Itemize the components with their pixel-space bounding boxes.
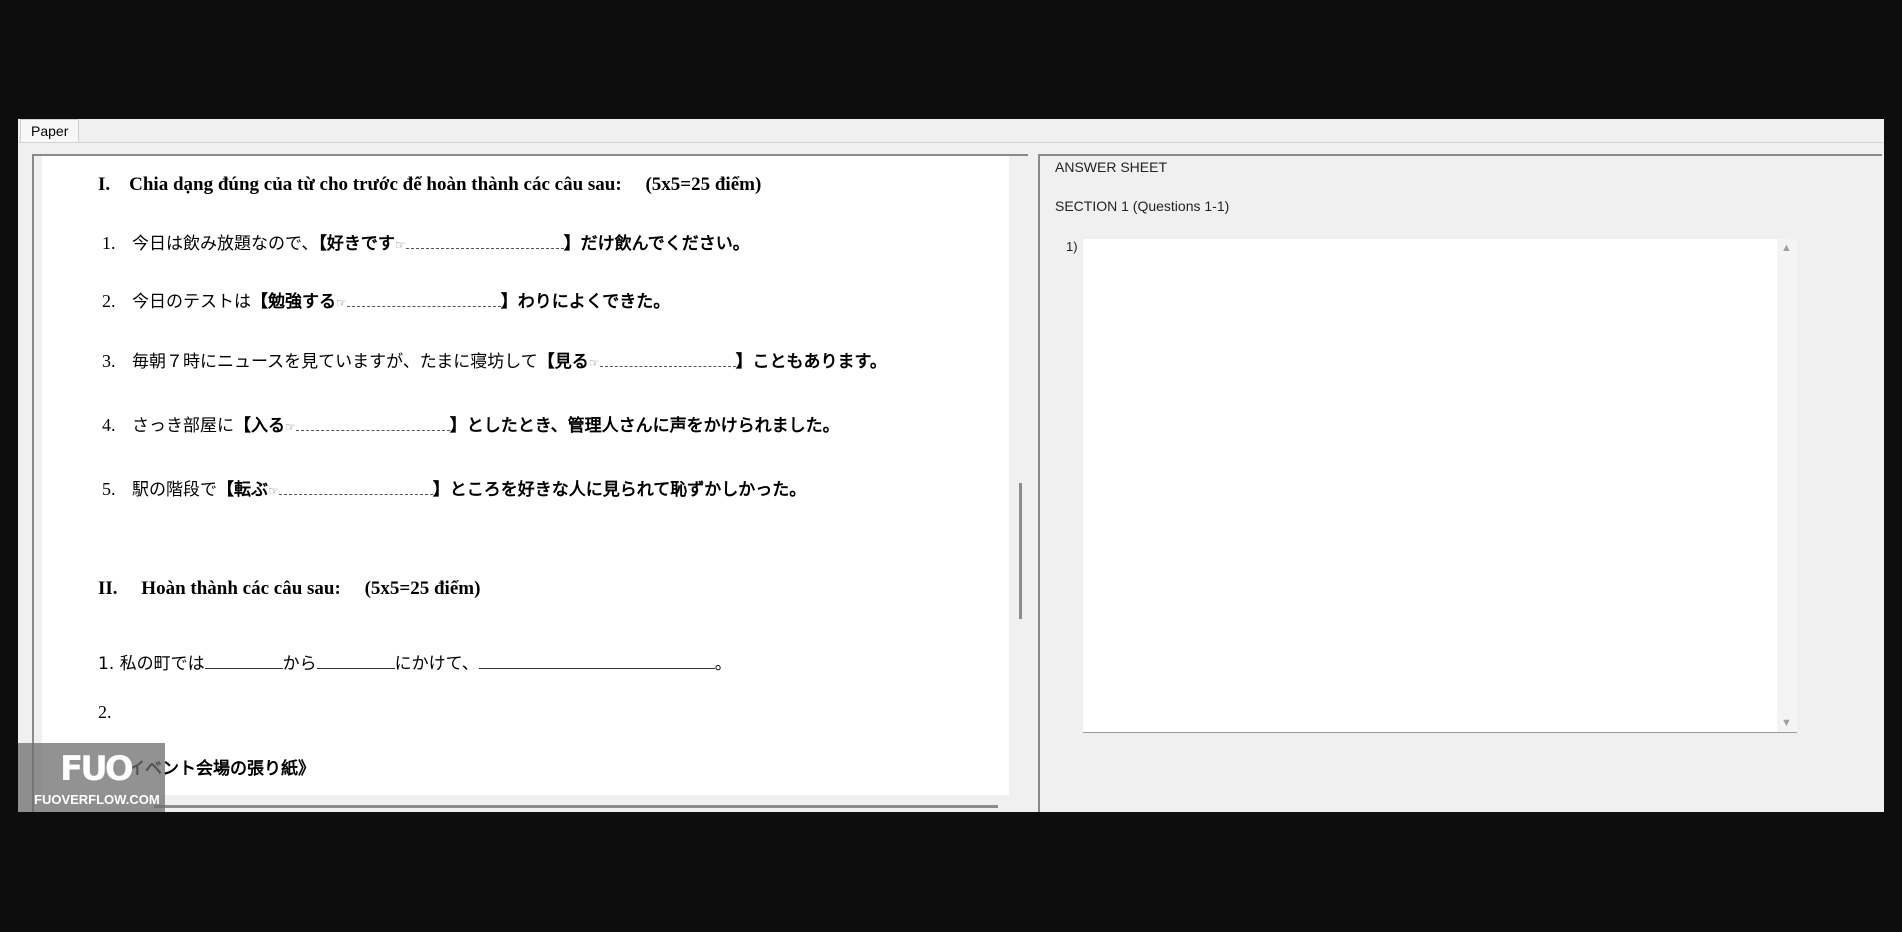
question-text: 1. 私の町では xyxy=(98,654,205,674)
exam-window: Paper I. Chia dạng đúng của từ cho trước… xyxy=(18,119,1884,812)
section1-heading: I. Chia dạng đúng của từ cho trước để ho… xyxy=(98,174,762,195)
answer-blank xyxy=(295,416,450,431)
question-text: 今日のテストは xyxy=(132,292,251,312)
answer-scrollbar[interactable]: ▲ ▼ xyxy=(1777,239,1797,732)
paper-horizontal-scrollbar[interactable] xyxy=(154,805,998,808)
watermark-text: FUOVERFLOW.COM xyxy=(34,792,160,807)
question-text-end: 】ところを好きな人に見られて恥ずかしかった。 xyxy=(432,480,807,500)
exam-paper: I. Chia dạng đúng của từ cho trước để ho… xyxy=(42,156,1009,795)
question-text: さっき部屋に xyxy=(132,416,234,436)
watermark-logo: FUO xyxy=(60,749,134,789)
question-text: 毎朝７時にニュースを見ていますが、たまに寝坊して xyxy=(132,352,538,372)
answer-blank xyxy=(204,654,283,669)
tab-strip-divider xyxy=(18,142,1884,143)
question-text: 今日は飲み放題なので、 xyxy=(132,234,319,254)
pointing-hand-icon: ☞ xyxy=(394,238,406,252)
question-text-end: 】だけ飲んでください。 xyxy=(563,234,750,254)
answer-blank xyxy=(405,234,564,249)
s2-question-2: 2. xyxy=(98,702,112,722)
question-4: 4. さっき部屋に【入る☞ 】としたとき、管理人さんに声をかけられました。 xyxy=(102,411,840,436)
answer-sheet-title: ANSWER SHEET xyxy=(1055,159,1168,175)
pointing-hand-icon: ☞ xyxy=(268,484,279,498)
paper-vertical-scrollbar[interactable] xyxy=(1019,483,1022,619)
question-label: 1) xyxy=(1066,239,1078,254)
pointing-hand-icon: ☞ xyxy=(285,420,296,434)
pointing-hand-icon: ☞ xyxy=(336,296,347,310)
question-number: 5. xyxy=(102,479,116,499)
answer-blank xyxy=(316,654,395,669)
answer-box: ▲ ▼ xyxy=(1083,239,1797,735)
question-text: 駅の階段で xyxy=(132,480,217,500)
question-5: 5. 駅の階段で【転ぶ☞ 】ところを好きな人に見られて恥ずかしかった。 xyxy=(102,475,806,500)
tab-paper[interactable]: Paper xyxy=(20,119,80,142)
question-text: にかけて、 xyxy=(394,654,479,674)
answer-input[interactable] xyxy=(1083,239,1781,735)
question-number: 4. xyxy=(102,415,116,435)
question-text-end: 】としたとき、管理人さんに声をかけられました。 xyxy=(449,416,840,436)
paper-pane: I. Chia dạng đúng của từ cho trước để ho… xyxy=(32,154,1028,812)
pointing-hand-icon: ☞ xyxy=(588,356,600,370)
question-3: 3. 毎朝７時にニュースを見ていますが、たまに寝坊して【見る☞ 】こともあります。 xyxy=(102,347,887,372)
question-2: 2. 今日のテストは【勉強する☞ 】わりによくできた。 xyxy=(102,287,670,312)
answer-blank xyxy=(278,480,433,495)
answer-blank xyxy=(599,352,736,367)
question-text-end: 。 xyxy=(714,654,732,674)
bracket-word: 【好きです xyxy=(318,234,395,254)
question-1: 1. 今日は飲み放題なので、【好きです☞ 】だけ飲んでください。 xyxy=(102,229,750,254)
question-text: から xyxy=(282,654,317,674)
bracket-word: 【見る xyxy=(537,352,589,372)
question-text-end: 】こともあります。 xyxy=(735,352,887,372)
answer-blank xyxy=(478,654,715,669)
s2-question-1: 1. 私の町では から にかけて、 。 xyxy=(98,649,732,674)
answer-blank xyxy=(346,292,501,307)
scroll-down-arrow-icon[interactable]: ▼ xyxy=(1781,717,1792,729)
question-number: 2. xyxy=(102,291,116,311)
answer-sheet-pane: ANSWER SHEET SECTION 1 (Questions 1-1) 1… xyxy=(1038,154,1882,812)
question-number: 3. xyxy=(102,351,116,371)
scroll-up-arrow-icon[interactable]: ▲ xyxy=(1781,242,1792,254)
section2-heading: II. Hoàn thành các câu sau: (5x5=25 điểm… xyxy=(98,578,481,599)
bracket-word: 【転ぶ xyxy=(217,480,268,500)
section-title: SECTION 1 (Questions 1-1) xyxy=(1055,198,1230,214)
bracket-word: 【入る xyxy=(234,416,285,436)
question-number: 1. xyxy=(102,233,116,253)
question-text-end: 】わりによくできた。 xyxy=(500,292,671,312)
watermark: FUO FUOVERFLOW.COM xyxy=(18,743,165,812)
bracket-word: 【勉強する xyxy=(251,292,336,312)
